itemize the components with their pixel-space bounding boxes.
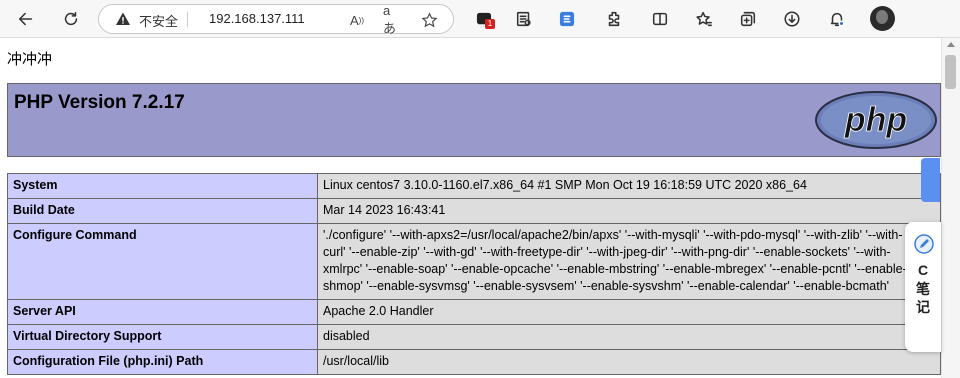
php-version-title: PHP Version 7.2.17 bbox=[14, 92, 185, 113]
table-row: Build Date Mar 14 2023 16:43:41 bbox=[7, 198, 941, 224]
profile-avatar[interactable] bbox=[870, 6, 895, 31]
row-key: Server API bbox=[7, 299, 318, 325]
row-key: System bbox=[7, 173, 318, 199]
row-value: /usr/local/lib bbox=[317, 349, 941, 375]
note-label-ji: 记 bbox=[916, 299, 930, 315]
scrollbar-thumb[interactable] bbox=[945, 55, 956, 89]
downloads-icon[interactable] bbox=[778, 5, 806, 33]
note-widget[interactable]: C 笔 记 bbox=[905, 222, 941, 352]
vertical-scrollbar[interactable] bbox=[941, 38, 960, 378]
notifications-icon[interactable] bbox=[823, 5, 851, 33]
collections-icon[interactable] bbox=[734, 5, 762, 33]
refresh-icon[interactable] bbox=[57, 5, 85, 33]
split-screen-icon[interactable] bbox=[646, 5, 674, 33]
note-label-c: C bbox=[917, 262, 929, 278]
favorites-icon[interactable] bbox=[690, 5, 718, 33]
row-value: Apache 2.0 Handler bbox=[317, 299, 941, 325]
note-edit-icon bbox=[914, 234, 934, 254]
page-content: 冲冲冲 PHP Version 7.2.17 php System Linux c… bbox=[0, 38, 941, 378]
row-value: disabled bbox=[317, 324, 941, 350]
table-row: Server API Apache 2.0 Handler bbox=[7, 299, 941, 325]
address-divider bbox=[187, 12, 188, 27]
row-key: Virtual Directory Support bbox=[7, 324, 318, 350]
warning-icon[interactable] bbox=[115, 11, 131, 27]
scroll-up-icon[interactable] bbox=[947, 42, 955, 47]
row-key: Build Date bbox=[7, 198, 318, 224]
reader-icon[interactable] bbox=[510, 5, 538, 33]
php-version-banner: PHP Version 7.2.17 php bbox=[7, 83, 941, 157]
address-bar[interactable]: 不安全 192.168.137.111 A)) aあ bbox=[98, 3, 454, 36]
url-text[interactable]: 192.168.137.111 bbox=[209, 11, 305, 26]
row-value: './configure' '--with-apxs2=/usr/local/a… bbox=[317, 223, 941, 300]
row-key: Configuration File (php.ini) Path bbox=[7, 349, 318, 375]
table-row: Configure Command './configure' '--with-a… bbox=[7, 223, 941, 300]
translate-extension-icon[interactable] bbox=[553, 5, 581, 33]
table-row: Virtual Directory Support disabled bbox=[7, 324, 941, 350]
table-row: System Linux centos7 3.10.0-1160.el7.x86_… bbox=[7, 173, 941, 199]
browser-toolbar: 不安全 192.168.137.111 A)) aあ 1 bbox=[0, 0, 960, 38]
php-info-table: System Linux centos7 3.10.0-1160.el7.x86_… bbox=[7, 173, 941, 375]
row-value: Mar 14 2023 16:43:41 bbox=[317, 198, 941, 224]
table-row: Configuration File (php.ini) Path/usr/lo… bbox=[7, 349, 941, 375]
row-key: Configure Command bbox=[7, 223, 318, 300]
row-value: Linux centos7 3.10.0-1160.el7.x86_64 #1 … bbox=[317, 173, 941, 199]
read-aloud-icon[interactable]: A)) bbox=[347, 10, 367, 30]
translate-icon[interactable]: aあ bbox=[383, 3, 403, 36]
favorite-add-icon[interactable] bbox=[419, 10, 439, 30]
note-label-bi: 笔 bbox=[916, 281, 930, 297]
security-label[interactable]: 不安全 bbox=[139, 11, 178, 30]
side-panel-tab[interactable] bbox=[921, 158, 940, 202]
php-logo[interactable]: php bbox=[814, 90, 938, 150]
back-icon[interactable] bbox=[12, 5, 40, 33]
page-heading: 冲冲冲 bbox=[7, 51, 53, 68]
php-logo-text: php bbox=[844, 101, 907, 139]
extensions-icon[interactable] bbox=[600, 5, 628, 33]
extension-badge: 1 bbox=[485, 19, 495, 29]
